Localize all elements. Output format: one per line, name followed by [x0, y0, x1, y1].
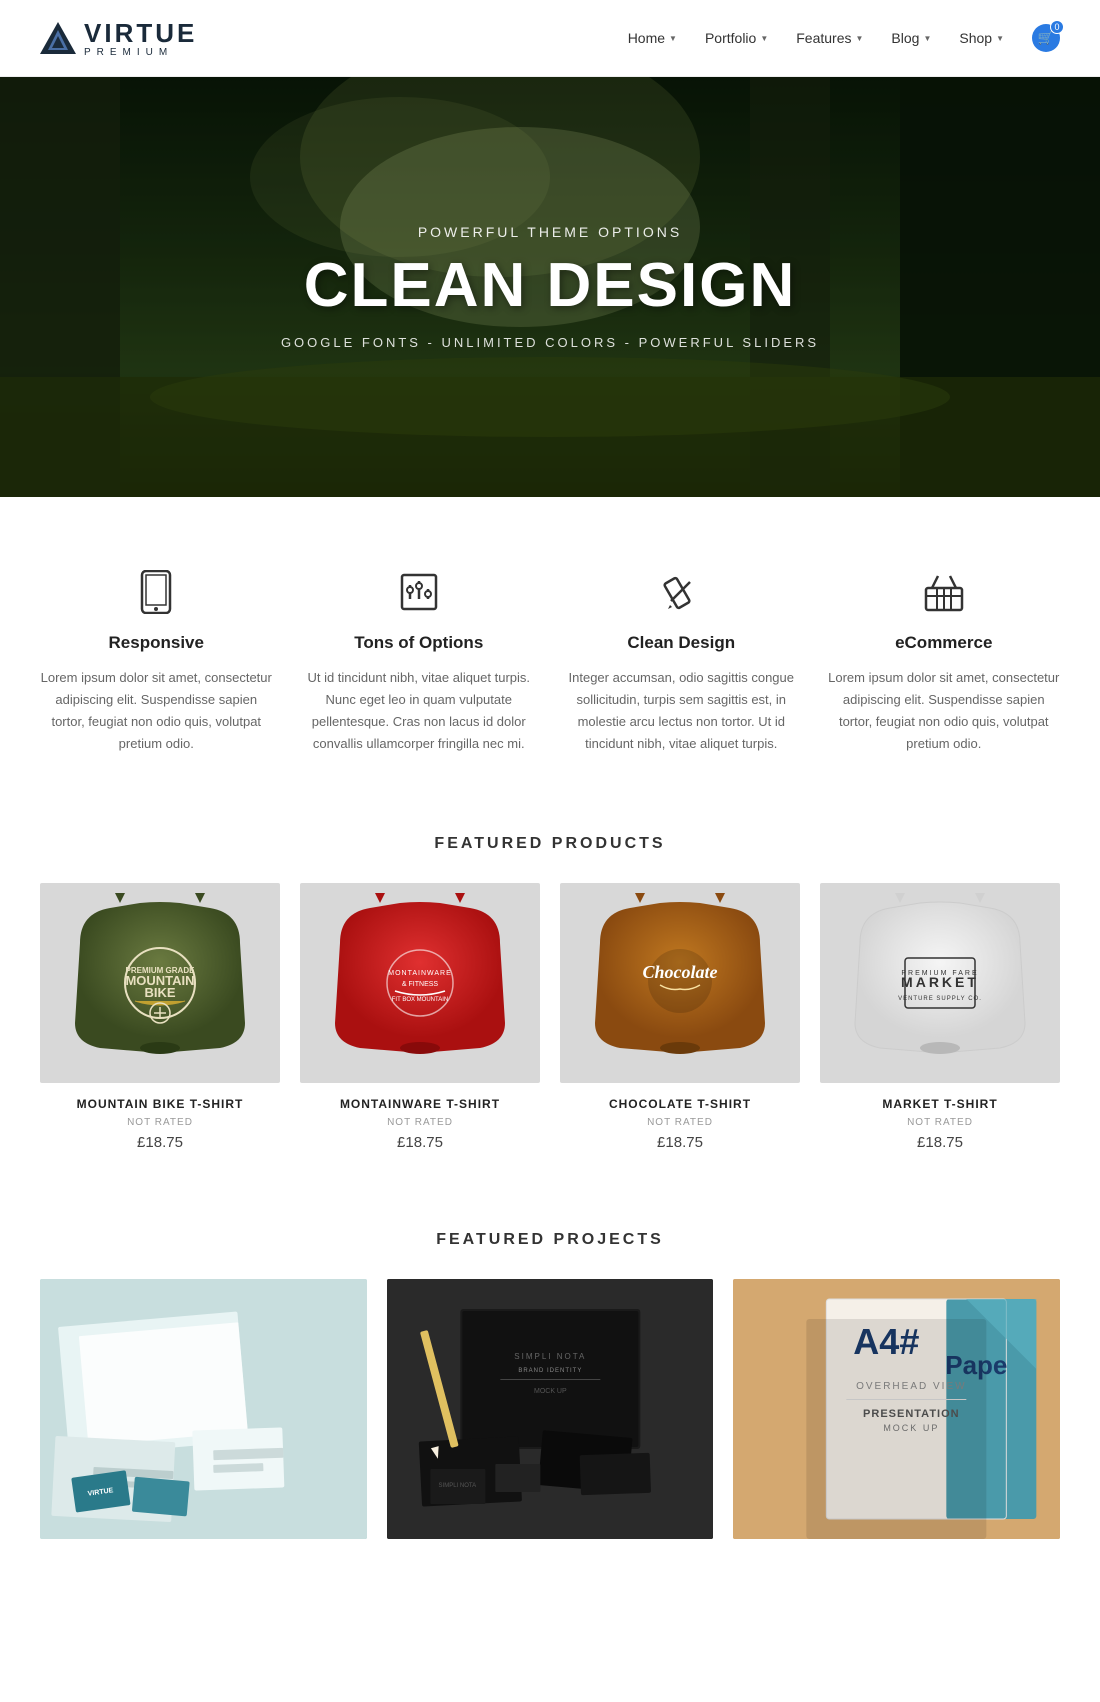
- product-rating: NOT RATED: [300, 1117, 540, 1128]
- feature-desc: Lorem ipsum dolor sit amet, consectetur …: [828, 667, 1061, 755]
- logo-icon: [40, 22, 76, 54]
- svg-text:Chocolate: Chocolate: [643, 962, 718, 982]
- hero-content: POWERFUL THEME OPTIONS CLEAN DESIGN GOOG…: [281, 224, 819, 350]
- feature-title: Clean Design: [565, 633, 798, 653]
- svg-text:MONTAINWARE: MONTAINWARE: [388, 970, 452, 977]
- product-rating: NOT RATED: [820, 1117, 1060, 1128]
- hero-subtitle: POWERFUL THEME OPTIONS: [281, 224, 819, 240]
- svg-text:BRAND IDENTITY: BRAND IDENTITY: [518, 1368, 582, 1374]
- product-image: MONTAINWARE & FITNESS FIT BOX MOUNTAIN: [300, 883, 540, 1083]
- nav-portfolio[interactable]: Portfolio ▼: [705, 30, 768, 46]
- project-card[interactable]: SIMPLI NOTA BRAND IDENTITY MOCK UP SIMPL…: [387, 1279, 714, 1539]
- svg-text:SIMPLI NOTA: SIMPLI NOTA: [438, 1483, 476, 1489]
- product-image: PREMIUM FARE MARKET VENTURE SUPPLY CO.: [820, 883, 1060, 1083]
- projects-title: FEATURED PROJECTS: [40, 1231, 1060, 1249]
- feature-options: Tons of Options Ut id tincidunt nibh, vi…: [303, 567, 536, 755]
- hero-title: CLEAN DESIGN: [281, 250, 819, 321]
- hero-section: POWERFUL THEME OPTIONS CLEAN DESIGN GOOG…: [0, 77, 1100, 497]
- pencil-icon: [565, 567, 798, 617]
- feature-responsive: Responsive Lorem ipsum dolor sit amet, c…: [40, 567, 273, 755]
- feature-title: Tons of Options: [303, 633, 536, 653]
- feature-desc: Integer accumsan, odio sagittis congue s…: [565, 667, 798, 755]
- main-nav: Home ▼ Portfolio ▼ Features ▼ Blog ▼ Sho…: [628, 24, 1060, 52]
- cart-badge: 0: [1050, 20, 1064, 34]
- site-header: VIRTUE PREMIUM Home ▼ Portfolio ▼ Featur…: [0, 0, 1100, 77]
- product-rating: NOT RATED: [40, 1117, 280, 1128]
- feature-title: Responsive: [40, 633, 273, 653]
- dropdown-caret: ▼: [923, 34, 931, 43]
- products-title: FEATURED PRODUCTS: [40, 835, 1060, 853]
- nav-home[interactable]: Home ▼: [628, 30, 677, 46]
- svg-text:MARKET: MARKET: [901, 974, 979, 990]
- projects-section: FEATURED PROJECTS VIRTUE: [0, 1211, 1100, 1579]
- dropdown-caret: ▼: [669, 34, 677, 43]
- feature-design: Clean Design Integer accumsan, odio sagi…: [565, 567, 798, 755]
- product-card[interactable]: MONTAINWARE & FITNESS FIT BOX MOUNTAIN M…: [300, 883, 540, 1151]
- dropdown-caret: ▼: [856, 34, 864, 43]
- product-name: CHOCOLATE T-SHIRT: [560, 1097, 800, 1111]
- features-section: Responsive Lorem ipsum dolor sit amet, c…: [0, 497, 1100, 815]
- svg-text:FIT BOX MOUNTAIN: FIT BOX MOUNTAIN: [392, 997, 448, 1003]
- product-image: PREMIUM GRADE MOUNTAIN BIKE: [40, 883, 280, 1083]
- mobile-icon: [40, 567, 273, 617]
- product-card[interactable]: PREMIUM GRADE MOUNTAIN BIKE MOUNTAIN BIK…: [40, 883, 280, 1151]
- product-price: £18.75: [820, 1134, 1060, 1151]
- brand-sub: PREMIUM: [84, 47, 197, 58]
- projects-grid: VIRTUE SIMPLI NOTA BRAND IDENTITY MOCK U…: [40, 1279, 1060, 1539]
- nav-shop[interactable]: Shop ▼: [959, 30, 1004, 46]
- hero-tagline: GOOGLE FONTS - UNLIMITED COLORS - POWERF…: [281, 335, 819, 350]
- basket-icon: [828, 567, 1061, 617]
- nav-blog[interactable]: Blog ▼: [891, 30, 931, 46]
- product-price: £18.75: [40, 1134, 280, 1151]
- product-price: £18.75: [560, 1134, 800, 1151]
- dropdown-caret: ▼: [996, 34, 1004, 43]
- dropdown-caret: ▼: [760, 34, 768, 43]
- sliders-icon: [303, 567, 536, 617]
- logo[interactable]: VIRTUE PREMIUM: [40, 18, 197, 58]
- products-grid: PREMIUM GRADE MOUNTAIN BIKE MOUNTAIN BIK…: [40, 883, 1060, 1151]
- product-name: MONTAINWARE T-SHIRT: [300, 1097, 540, 1111]
- product-image: Chocolate: [560, 883, 800, 1083]
- product-card[interactable]: Chocolate CHOCOLATE T-SHIRT NOT RATED £1…: [560, 883, 800, 1151]
- product-card[interactable]: PREMIUM FARE MARKET VENTURE SUPPLY CO. M…: [820, 883, 1060, 1151]
- feature-desc: Ut id tincidunt nibh, vitae aliquet turp…: [303, 667, 536, 755]
- products-section: FEATURED PRODUCTS PREMIUM GRADE: [0, 815, 1100, 1211]
- svg-text:& FITNESS: & FITNESS: [402, 981, 439, 988]
- project-card[interactable]: VIRTUE: [40, 1279, 367, 1539]
- feature-title: eCommerce: [828, 633, 1061, 653]
- svg-text:BIKE: BIKE: [144, 985, 175, 1000]
- product-price: £18.75: [300, 1134, 540, 1151]
- feature-ecommerce: eCommerce Lorem ipsum dolor sit amet, co…: [828, 567, 1061, 755]
- product-name: MARKET T-SHIRT: [820, 1097, 1060, 1111]
- svg-text:SIMPLI NOTA: SIMPLI NOTA: [514, 1352, 586, 1361]
- brand-name: VIRTUE: [84, 18, 197, 49]
- feature-desc: Lorem ipsum dolor sit amet, consectetur …: [40, 667, 273, 755]
- product-name: MOUNTAIN BIKE T-SHIRT: [40, 1097, 280, 1111]
- project-card[interactable]: A4# Pape OVERHEAD VIEW PRESENTATION MOCK…: [733, 1279, 1060, 1539]
- product-rating: NOT RATED: [560, 1117, 800, 1128]
- nav-features[interactable]: Features ▼: [796, 30, 863, 46]
- svg-text:MOCK UP: MOCK UP: [534, 1388, 567, 1395]
- svg-text:VENTURE SUPPLY CO.: VENTURE SUPPLY CO.: [898, 996, 982, 1002]
- cart-button[interactable]: 🛒 0: [1032, 24, 1060, 52]
